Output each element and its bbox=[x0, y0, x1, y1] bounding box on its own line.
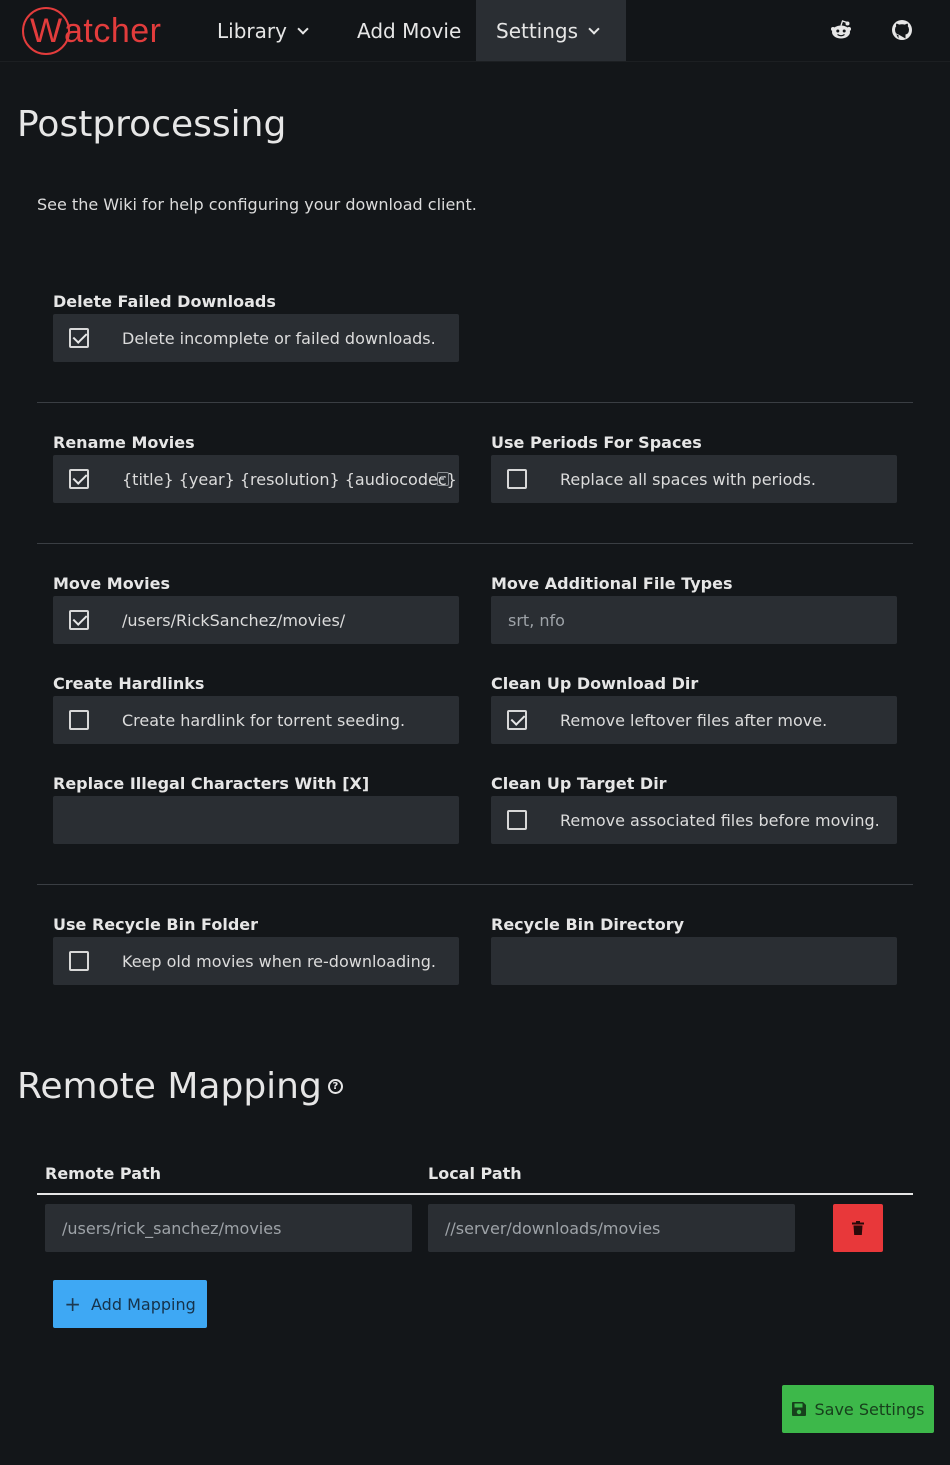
create-hardlinks-checkbox[interactable] bbox=[69, 710, 89, 730]
delete-failed-field[interactable]: Delete incomplete or failed downloads. bbox=[53, 314, 459, 362]
plus-icon: + bbox=[64, 1292, 82, 1316]
save-settings-button[interactable]: Save Settings bbox=[782, 1385, 934, 1433]
rename-movies-label: Rename Movies bbox=[53, 433, 195, 452]
cleanup-target-field[interactable]: Remove associated files before moving. bbox=[491, 796, 897, 844]
reddit-icon[interactable] bbox=[830, 19, 852, 41]
recycle-bin-checkbox[interactable] bbox=[69, 951, 89, 971]
cleanup-target-label: Clean Up Target Dir bbox=[491, 774, 667, 793]
delete-failed-label: Delete Failed Downloads bbox=[53, 292, 276, 311]
delete-mapping-button[interactable] bbox=[833, 1204, 883, 1252]
cleanup-download-label: Clean Up Download Dir bbox=[491, 674, 699, 693]
remote-mapping-title: Remote Mapping? bbox=[17, 1066, 343, 1107]
move-movies-field[interactable]: /users/RickSanchez/movies/ bbox=[53, 596, 459, 644]
cleanup-download-checkbox[interactable] bbox=[507, 710, 527, 730]
use-periods-checkbox[interactable] bbox=[507, 469, 527, 489]
trash-icon bbox=[852, 1221, 864, 1235]
cleanup-download-text: Remove leftover files after move. bbox=[560, 710, 828, 730]
add-mapping-label: Add Mapping bbox=[91, 1294, 196, 1314]
divider bbox=[37, 543, 913, 544]
cleanup-target-text: Remove associated files before moving. bbox=[560, 810, 880, 830]
nav-add-movie[interactable]: Add Movie bbox=[337, 0, 481, 62]
use-periods-label: Use Periods For Spaces bbox=[491, 433, 702, 452]
use-periods-text: Replace all spaces with periods. bbox=[560, 469, 816, 489]
rename-movies-checkbox[interactable] bbox=[69, 469, 89, 489]
cleanup-target-checkbox[interactable] bbox=[507, 810, 527, 830]
local-path-input[interactable]: //server/downloads/movies bbox=[428, 1204, 795, 1252]
move-additional-input[interactable]: srt, nfo bbox=[491, 596, 897, 644]
page-title: Postprocessing bbox=[17, 104, 287, 145]
cleanup-download-field[interactable]: Remove leftover files after move. bbox=[491, 696, 897, 744]
delete-failed-text: Delete incomplete or failed downloads. bbox=[122, 328, 436, 348]
local-path-placeholder: //server/downloads/movies bbox=[445, 1218, 661, 1238]
remote-mapping-title-text: Remote Mapping bbox=[17, 1066, 322, 1107]
move-movies-input[interactable]: /users/RickSanchez/movies/ bbox=[122, 611, 345, 630]
github-icon[interactable] bbox=[891, 19, 913, 41]
delete-failed-checkbox[interactable] bbox=[69, 328, 89, 348]
replace-illegal-input[interactable] bbox=[53, 796, 459, 844]
divider bbox=[37, 402, 913, 403]
intro-text: See the Wiki for help configuring your d… bbox=[37, 195, 477, 214]
move-additional-label: Move Additional File Types bbox=[491, 574, 733, 593]
chevron-down-icon bbox=[588, 22, 600, 35]
recycle-dir-input[interactable] bbox=[491, 937, 897, 985]
navbar: W atcher Library Add Movie Settings bbox=[0, 0, 950, 62]
help-icon[interactable]: ? bbox=[327, 1078, 343, 1094]
move-movies-label: Move Movies bbox=[53, 574, 170, 593]
column-header-remote: Remote Path bbox=[45, 1164, 162, 1183]
nav-add-movie-label: Add Movie bbox=[357, 19, 462, 43]
move-movies-checkbox[interactable] bbox=[69, 610, 89, 630]
chevron-down-icon bbox=[297, 23, 309, 35]
create-hardlinks-label: Create Hardlinks bbox=[53, 674, 205, 693]
add-mapping-button[interactable]: + Add Mapping bbox=[53, 1280, 207, 1328]
table-header-rule bbox=[37, 1193, 913, 1195]
recycle-bin-label: Use Recycle Bin Folder bbox=[53, 915, 259, 934]
brand-initial: W bbox=[22, 7, 70, 55]
remote-path-placeholder: /users/rick_sanchez/movies bbox=[62, 1218, 282, 1238]
nav-settings[interactable]: Settings bbox=[476, 0, 626, 61]
brand-name: atcher bbox=[64, 11, 162, 50]
divider bbox=[37, 884, 913, 885]
remote-path-input[interactable]: /users/rick_sanchez/movies bbox=[45, 1204, 412, 1252]
create-hardlinks-text: Create hardlink for torrent seeding. bbox=[122, 710, 406, 730]
save-icon bbox=[791, 1402, 806, 1416]
nav-settings-label: Settings bbox=[496, 18, 579, 43]
move-additional-placeholder: srt, nfo bbox=[508, 610, 565, 630]
recycle-bin-text: Keep old movies when re-downloading. bbox=[122, 951, 436, 971]
tag-list-icon[interactable] bbox=[437, 472, 449, 486]
brand-logo[interactable]: W atcher bbox=[22, 5, 162, 57]
replace-illegal-label: Replace Illegal Characters With [X] bbox=[53, 774, 370, 793]
recycle-bin-field[interactable]: Keep old movies when re-downloading. bbox=[53, 937, 459, 985]
rename-movies-input[interactable]: {title} {year} {resolution} {audiocodec} bbox=[122, 470, 457, 489]
use-periods-field[interactable]: Replace all spaces with periods. bbox=[491, 455, 897, 503]
save-settings-label: Save Settings bbox=[814, 1399, 925, 1419]
column-header-local: Local Path bbox=[428, 1164, 522, 1183]
nav-library[interactable]: Library bbox=[197, 0, 327, 62]
recycle-dir-label: Recycle Bin Directory bbox=[491, 915, 685, 934]
rename-movies-field[interactable]: {title} {year} {resolution} {audiocodec} bbox=[53, 455, 459, 503]
create-hardlinks-field[interactable]: Create hardlink for torrent seeding. bbox=[53, 696, 459, 744]
nav-library-label: Library bbox=[217, 19, 287, 43]
